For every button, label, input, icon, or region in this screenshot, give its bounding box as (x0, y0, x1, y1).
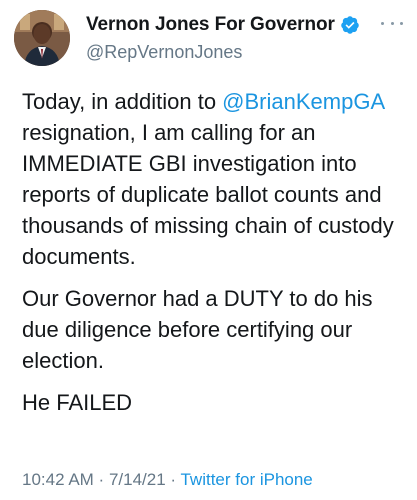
tweet-text: Today, in addition to @BrianKempGA resig… (22, 86, 414, 418)
tweet-metadata: 10:42 AM · 7/14/21 · Twitter for iPhone (22, 470, 313, 490)
author-display-name[interactable]: Vernon Jones For Governor (86, 14, 335, 36)
tweet-source-link[interactable]: Twitter for iPhone (180, 470, 312, 489)
tweet-date[interactable]: 7/14/21 (109, 470, 166, 489)
tweet-paragraph-2: Our Governor had a DUTY to do his due di… (22, 286, 373, 373)
tweet-text-segment: Today, in addition to (22, 89, 223, 114)
more-horizontal-icon[interactable] (381, 16, 403, 30)
verified-badge-icon (340, 15, 360, 35)
tweet-header: Vernon Jones For Governor @RepVernonJone… (86, 12, 405, 62)
tweet-text-segment: resignation, I am calling for an IMMEDIA… (22, 120, 394, 269)
tweet-time[interactable]: 10:42 AM (22, 470, 94, 489)
meta-separator: · (165, 470, 181, 489)
meta-separator: · (93, 470, 109, 489)
tweet-card: Vernon Jones For Governor @RepVernonJone… (0, 0, 417, 500)
tweet-paragraph-3: He FAILED (22, 390, 133, 415)
avatar[interactable] (14, 10, 70, 66)
mention-link[interactable]: @BrianKempGA (222, 89, 384, 114)
author-row: Vernon Jones For Governor (86, 12, 405, 38)
tweet-paragraph-1: Today, in addition to @BrianKempGA resig… (22, 86, 414, 272)
author-handle[interactable]: @RepVernonJones (86, 42, 405, 63)
